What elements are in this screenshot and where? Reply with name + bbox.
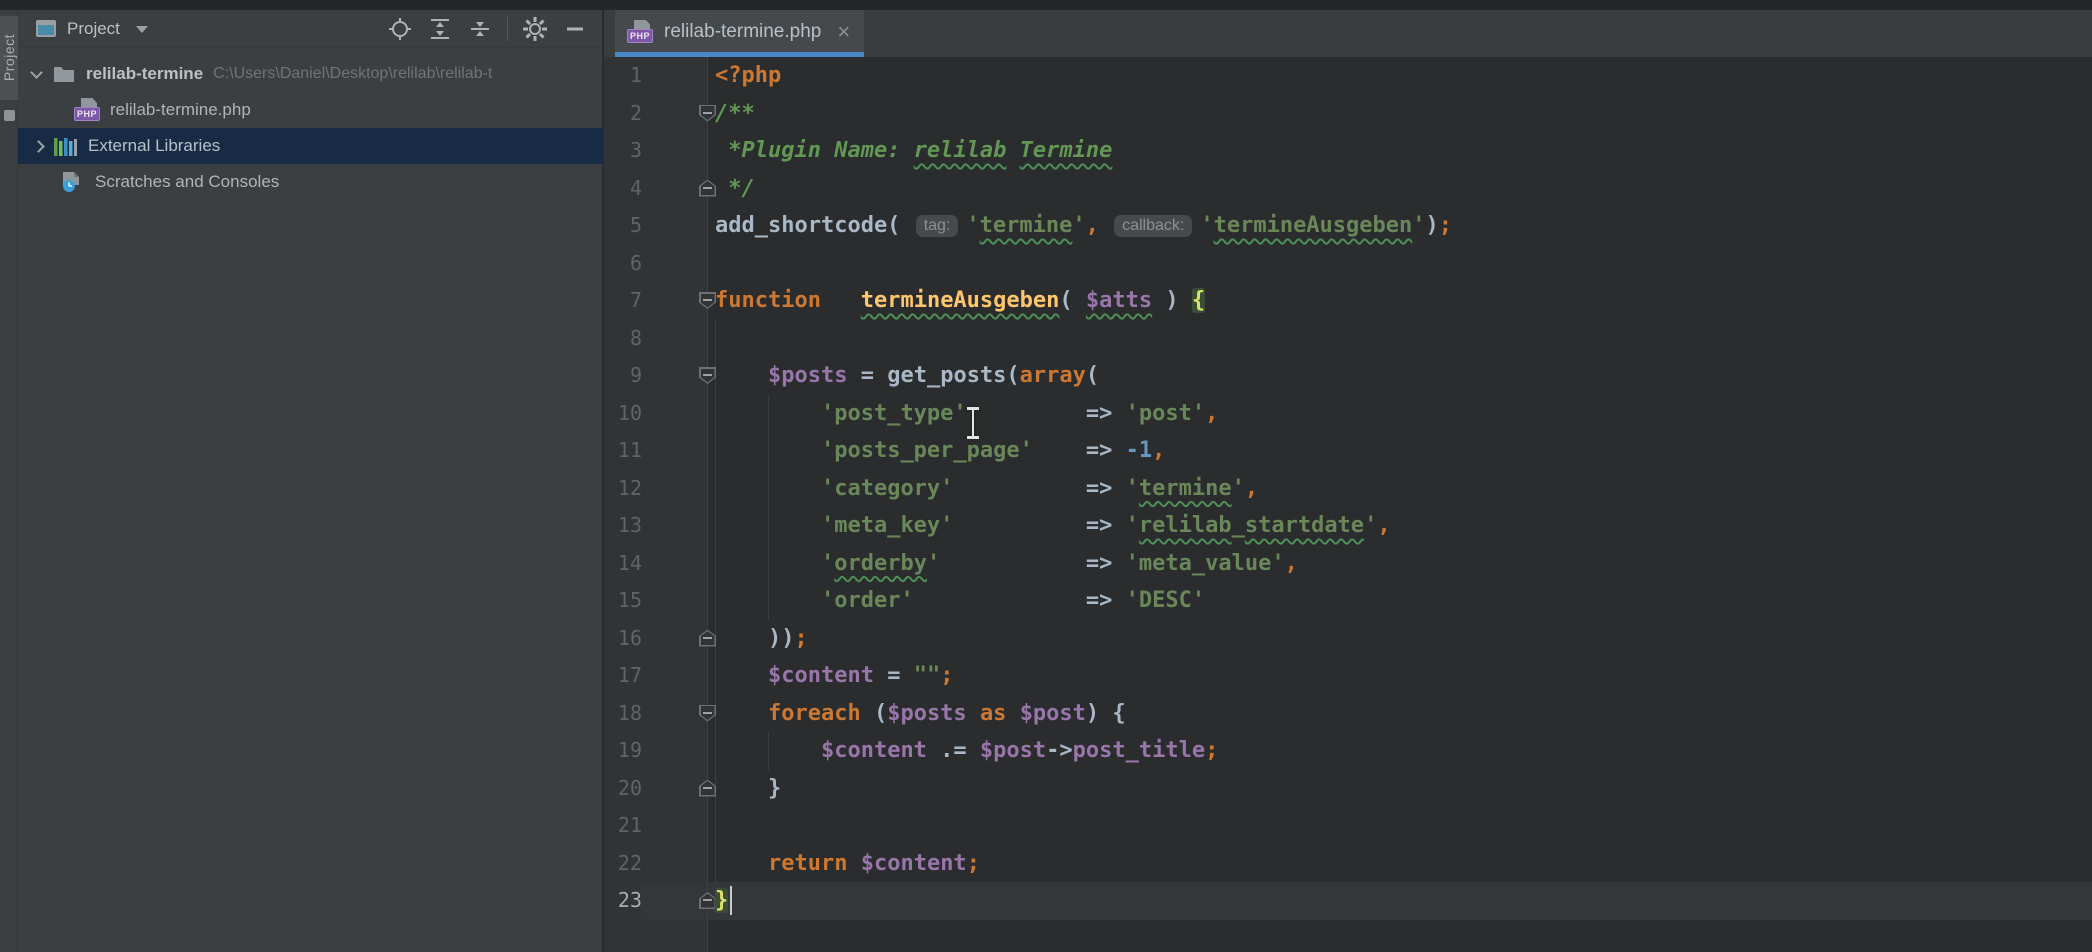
- line-number[interactable]: 14: [604, 545, 707, 583]
- tree-row-project-root[interactable]: relilab-termine C:\Users\Daniel\Desktop\…: [18, 56, 603, 92]
- line-number[interactable]: 4: [604, 170, 707, 208]
- editor-tab-label: relilab-termine.php: [664, 21, 821, 43]
- code-line[interactable]: 'orderby' => 'meta_value',: [715, 545, 1452, 583]
- code-line[interactable]: }: [715, 770, 1452, 808]
- line-number[interactable]: 7: [604, 282, 707, 320]
- project-window-icon: [36, 20, 56, 37]
- external-libraries-label: External Libraries: [88, 136, 220, 156]
- line-number[interactable]: 13: [604, 507, 707, 545]
- code-line[interactable]: 'post_type' => 'post',: [715, 395, 1452, 433]
- code-line[interactable]: 'order' => 'DESC': [715, 582, 1452, 620]
- code-line[interactable]: $content .= $post->post_title;: [715, 732, 1452, 770]
- line-number[interactable]: 2: [604, 95, 707, 133]
- line-number[interactable]: 22: [604, 845, 707, 883]
- code-line[interactable]: add_shortcode( tag:'termine', callback:'…: [715, 207, 1452, 245]
- code-line[interactable]: 'meta_key' => 'relilab_startdate',: [715, 507, 1452, 545]
- fold-marker[interactable]: [699, 630, 716, 647]
- line-number[interactable]: 20: [604, 770, 707, 808]
- code-line[interactable]: [715, 807, 1452, 845]
- code-line[interactable]: 'posts_per_page' => -1,: [715, 432, 1452, 470]
- line-number[interactable]: 18: [604, 695, 707, 733]
- tree-row-external-libraries[interactable]: External Libraries: [18, 128, 603, 164]
- line-number[interactable]: 8: [604, 320, 707, 358]
- fold-marker[interactable]: [699, 892, 716, 909]
- chevron-down-icon[interactable]: [136, 26, 148, 33]
- code-line[interactable]: 'category' => 'termine',: [715, 470, 1452, 508]
- php-file-icon: PHP: [74, 98, 101, 122]
- tool-window-stripe: Project: [0, 10, 18, 952]
- stripe-project-label: Project: [1, 34, 17, 81]
- locate-icon[interactable]: [387, 16, 413, 42]
- stripe-project-tab[interactable]: Project: [0, 16, 18, 100]
- fold-marker[interactable]: [699, 705, 716, 722]
- hide-panel-icon[interactable]: [562, 16, 588, 42]
- code-line[interactable]: [715, 245, 1452, 283]
- scratches-label: Scratches and Consoles: [95, 172, 279, 192]
- line-number[interactable]: 1: [604, 57, 707, 95]
- project-panel: Project: [18, 10, 603, 952]
- collapse-all-icon[interactable]: [467, 16, 493, 42]
- scratches-icon: [60, 170, 86, 194]
- toolbar-divider: [507, 17, 508, 41]
- fold-marker[interactable]: [699, 292, 716, 309]
- editor-area: PHP relilab-termine.php × 12345678910111…: [604, 10, 2092, 952]
- line-number[interactable]: 17: [604, 657, 707, 695]
- mouse-cursor-ibeam: [962, 404, 984, 442]
- project-tree: relilab-termine C:\Users\Daniel\Desktop\…: [18, 56, 603, 200]
- code-line[interactable]: *Plugin Name: relilab Termine: [715, 132, 1452, 170]
- code-line[interactable]: ));: [715, 620, 1452, 658]
- window-top-strip: [0, 0, 2092, 10]
- text-caret: [730, 886, 732, 915]
- code-line[interactable]: $content = "";: [715, 657, 1452, 695]
- fold-marker[interactable]: [699, 367, 716, 384]
- chevron-down-icon[interactable]: [30, 66, 43, 79]
- line-number[interactable]: 23: [604, 882, 707, 920]
- code-line[interactable]: }: [715, 882, 1452, 920]
- editor-tab[interactable]: PHP relilab-termine.php ×: [615, 10, 864, 57]
- code-line[interactable]: $posts = get_posts(array(: [715, 357, 1452, 395]
- expand-all-icon[interactable]: [427, 16, 453, 42]
- ide-window: Project Project: [0, 0, 2092, 952]
- fold-marker[interactable]: [699, 180, 716, 197]
- code-line[interactable]: [715, 320, 1452, 358]
- code-line[interactable]: foreach ($posts as $post) {: [715, 695, 1452, 733]
- code-line[interactable]: return $content;: [715, 845, 1452, 883]
- code-line[interactable]: */: [715, 170, 1452, 208]
- gutter-line-numbers[interactable]: 1234567891011121314151617181920212223: [604, 57, 707, 920]
- code-line[interactable]: <?php: [715, 57, 1452, 95]
- close-icon[interactable]: ×: [837, 21, 850, 43]
- tree-row-php-file[interactable]: PHP relilab-termine.php: [18, 92, 603, 128]
- line-number[interactable]: 11: [604, 432, 707, 470]
- line-number[interactable]: 10: [604, 395, 707, 433]
- code-region[interactable]: 1234567891011121314151617181920212223 <?…: [604, 57, 2092, 952]
- line-number[interactable]: 15: [604, 582, 707, 620]
- php-file-icon: PHP: [627, 20, 654, 44]
- line-number[interactable]: 5: [604, 207, 707, 245]
- panel-title: Project: [67, 19, 120, 39]
- project-root-label: relilab-termine: [86, 64, 203, 84]
- line-number[interactable]: 16: [604, 620, 707, 658]
- project-panel-header: Project: [18, 10, 602, 48]
- line-number[interactable]: 3: [604, 132, 707, 170]
- line-number[interactable]: 19: [604, 732, 707, 770]
- project-root-path: C:\Users\Daniel\Desktop\relilab\relilab-…: [213, 65, 492, 83]
- libraries-icon: [53, 134, 79, 158]
- php-file-label: relilab-termine.php: [110, 100, 251, 120]
- editor-tab-bar: PHP relilab-termine.php ×: [604, 10, 2092, 57]
- tree-row-scratches[interactable]: Scratches and Consoles: [18, 164, 603, 200]
- chevron-right-icon[interactable]: [32, 140, 45, 153]
- fold-marker[interactable]: [699, 780, 716, 797]
- code-lines[interactable]: <?php/** *Plugin Name: relilab Termine *…: [715, 57, 1452, 920]
- stripe-square-icon[interactable]: [4, 110, 15, 121]
- fold-marker[interactable]: [699, 105, 716, 122]
- line-number[interactable]: 12: [604, 470, 707, 508]
- code-line[interactable]: /**: [715, 95, 1452, 133]
- line-number[interactable]: 21: [604, 807, 707, 845]
- line-number[interactable]: 6: [604, 245, 707, 283]
- settings-gear-icon[interactable]: [522, 16, 548, 42]
- line-number[interactable]: 9: [604, 357, 707, 395]
- folder-icon: [51, 62, 77, 86]
- code-line[interactable]: function termineAusgeben( $atts ) {: [715, 282, 1452, 320]
